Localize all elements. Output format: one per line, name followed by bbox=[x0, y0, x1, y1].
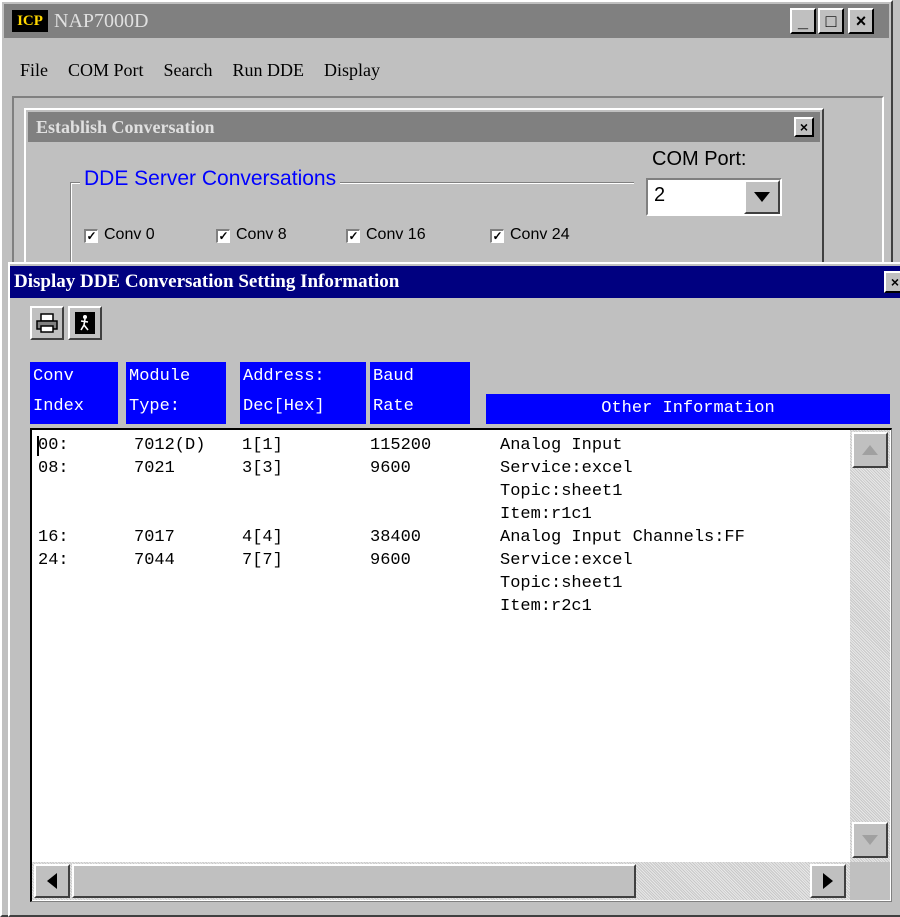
row-08-conv: 08: bbox=[38, 459, 69, 478]
row-08-info-item: Item:r1c1 bbox=[500, 505, 592, 524]
conv-8-checkbox[interactable]: ✓ bbox=[216, 229, 230, 243]
exit-door-icon bbox=[75, 312, 95, 334]
com-port-label: COM Port: bbox=[652, 148, 747, 170]
header-address: Address: Dec[Hex] bbox=[240, 362, 366, 424]
display-window-title: Display DDE Conversation Setting Informa… bbox=[14, 271, 400, 292]
header-module-type: Module Type: bbox=[126, 362, 226, 424]
row-24-info-topic: Topic:sheet1 bbox=[500, 574, 623, 593]
arrow-left-icon bbox=[47, 873, 57, 889]
display-close-button[interactable]: × bbox=[884, 271, 900, 293]
row-00-module: 7012(D) bbox=[134, 436, 206, 455]
row-16-baud: 38400 bbox=[370, 528, 422, 547]
scroll-left-button[interactable] bbox=[34, 864, 70, 898]
conv-24-checkbox[interactable]: ✓ bbox=[490, 229, 504, 243]
establish-dialog-title: Establish Conversation bbox=[36, 117, 215, 137]
conv-24-label: Conv 24 bbox=[510, 226, 570, 243]
arrow-up-icon bbox=[862, 445, 878, 455]
com-port-value: 2 bbox=[654, 184, 666, 206]
row-08-module: 7021 bbox=[134, 459, 175, 478]
header-other-information: Other Information bbox=[486, 394, 890, 424]
info-list-box[interactable] bbox=[30, 428, 892, 902]
row-16-info-clip: Analog Input Channels:FF bbox=[500, 526, 848, 550]
maximize-button[interactable]: □ bbox=[818, 8, 844, 34]
row-08-baud: 9600 bbox=[370, 459, 411, 478]
row-00-address: 1[1] bbox=[242, 436, 283, 455]
row-16-address: 4[4] bbox=[242, 528, 283, 547]
menu-com-port[interactable]: COM Port bbox=[68, 60, 144, 81]
print-button[interactable] bbox=[30, 306, 64, 340]
app-logo-icon: ICP bbox=[12, 10, 48, 32]
arrow-down-icon bbox=[862, 835, 878, 845]
menu-run-dde[interactable]: Run DDE bbox=[233, 60, 305, 81]
conv-16-checkbox[interactable]: ✓ bbox=[346, 229, 360, 243]
arrow-right-icon bbox=[823, 873, 833, 889]
conv-0-label: Conv 0 bbox=[104, 226, 155, 243]
header-baud-rate: Baud Rate bbox=[370, 362, 470, 424]
conv-16-label: Conv 16 bbox=[366, 226, 426, 243]
horizontal-scroll-thumb[interactable] bbox=[72, 864, 636, 898]
dde-server-group-title: DDE Server Conversations bbox=[80, 166, 341, 192]
row-00-info: Analog Input bbox=[500, 436, 623, 455]
menu-search[interactable]: Search bbox=[164, 60, 213, 81]
conv-0-checkbox[interactable]: ✓ bbox=[84, 229, 98, 243]
row-16-conv: 16: bbox=[38, 528, 69, 547]
row-24-conv: 24: bbox=[38, 551, 69, 570]
menu-display[interactable]: Display bbox=[324, 60, 380, 81]
row-24-baud: 9600 bbox=[370, 551, 411, 570]
row-00-baud: 115200 bbox=[370, 436, 432, 455]
minimize-button[interactable]: _ bbox=[790, 8, 816, 34]
menu-file[interactable]: File bbox=[20, 60, 48, 81]
scroll-up-button[interactable] bbox=[852, 432, 888, 468]
vertical-scrollbar[interactable] bbox=[850, 430, 890, 862]
exit-button[interactable] bbox=[68, 306, 102, 340]
chevron-down-icon bbox=[754, 192, 770, 202]
row-24-address: 7[7] bbox=[242, 551, 283, 570]
row-24-info-item: Item:r2c1 bbox=[500, 597, 592, 616]
printer-icon bbox=[36, 313, 58, 333]
header-conv-index: Conv Index bbox=[30, 362, 118, 424]
row-16-info: Analog Input Channels:FF bbox=[500, 528, 745, 547]
main-window-title: NAP7000D bbox=[54, 10, 149, 32]
com-port-dropdown-button[interactable] bbox=[744, 180, 780, 214]
menu-bar: File COM Port Search Run DDE Display bbox=[20, 60, 880, 88]
conv-8-label: Conv 8 bbox=[236, 226, 287, 243]
scroll-corner bbox=[850, 862, 890, 900]
row-08-address: 3[3] bbox=[242, 459, 283, 478]
row-16-module: 7017 bbox=[134, 528, 175, 547]
row-08-info-topic: Topic:sheet1 bbox=[500, 482, 623, 501]
close-button[interactable]: × bbox=[848, 8, 874, 34]
scroll-right-button[interactable] bbox=[810, 864, 846, 898]
scroll-down-button[interactable] bbox=[852, 822, 888, 858]
establish-close-button[interactable]: × bbox=[794, 117, 814, 137]
row-24-module: 7044 bbox=[134, 551, 175, 570]
row-24-info-service: Service:excel bbox=[500, 551, 633, 570]
row-08-info-service: Service:excel bbox=[500, 459, 633, 478]
row-00-conv: 00: bbox=[38, 436, 69, 455]
